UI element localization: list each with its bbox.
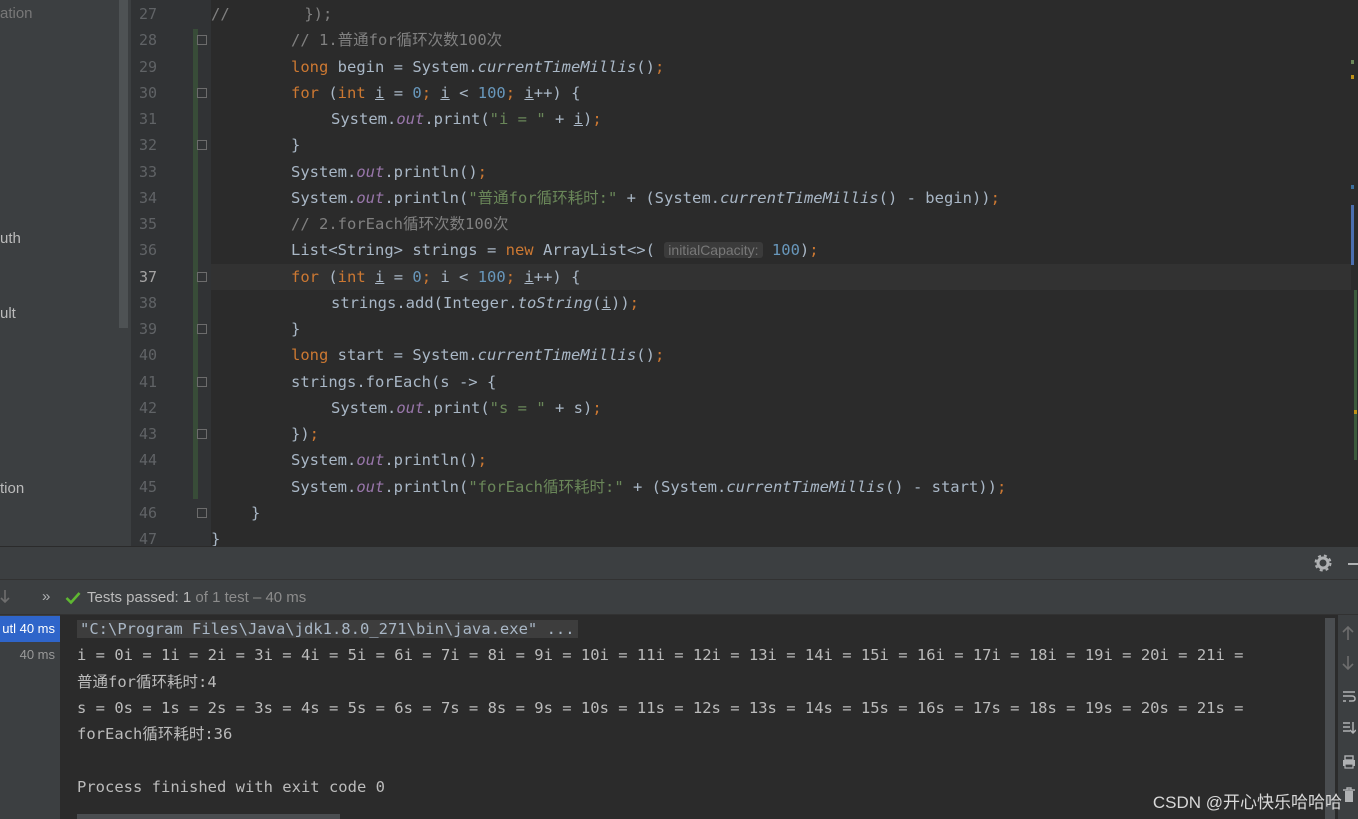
project-item[interactable]: tion	[0, 480, 24, 497]
line-number: 44	[139, 451, 158, 469]
console-line: i = 0i = 1i = 2i = 3i = 4i = 5i = 6i = 7…	[77, 646, 1244, 664]
passed-count: 1	[182, 589, 192, 606]
line-number: 35	[139, 215, 158, 233]
print-icon[interactable]	[1342, 755, 1356, 769]
fold-icon[interactable]	[197, 324, 207, 334]
line-number: 38	[139, 294, 158, 312]
code-line[interactable]: strings.forEach(s -> {	[291, 369, 496, 395]
status-detail: of 1 test – 40 ms	[195, 589, 307, 606]
check-icon	[65, 592, 81, 605]
code-line[interactable]: // 1.普通for循环次数100次	[291, 27, 502, 53]
project-scrollbar[interactable]	[119, 0, 128, 328]
line-number: 34	[139, 189, 158, 207]
console-line: Process finished with exit code 0	[77, 778, 385, 796]
error-stripe-mark[interactable]	[1351, 205, 1354, 265]
console-line: 普通for循环耗时:4	[77, 673, 217, 691]
line-number: 27	[139, 5, 158, 23]
console-command-line: "C:\Program Files\Java\jdk1.8.0_271\bin\…	[77, 616, 578, 642]
console-output[interactable]: "C:\Program Files\Java\jdk1.8.0_271\bin\…	[60, 615, 1338, 819]
code-line[interactable]: });	[291, 421, 319, 447]
project-panel: ation uth ult tion	[0, 0, 131, 546]
line-number: 39	[139, 320, 158, 338]
error-stripe-mark[interactable]	[1354, 290, 1357, 460]
gear-icon[interactable]	[1314, 554, 1332, 572]
code-line[interactable]: System.out.println();	[291, 447, 487, 473]
code-line[interactable]: System.out.println("普通for循环耗时:" + (Syste…	[291, 185, 1000, 211]
line-number: 31	[139, 110, 158, 128]
scroll-to-end-icon[interactable]	[1342, 721, 1356, 735]
fold-icon[interactable]	[197, 377, 207, 387]
line-number: 40	[139, 346, 158, 364]
watermark: CSDN @开心快乐哈哈哈	[1152, 793, 1342, 812]
run-window-header	[0, 546, 1358, 579]
soft-wrap-icon[interactable]	[1342, 689, 1356, 703]
fold-icon[interactable]	[197, 140, 207, 150]
code-line[interactable]: System.out.println();	[291, 159, 487, 185]
test-tree-row[interactable]: utl 40 ms	[0, 616, 60, 642]
code-line[interactable]: for (int i = 0; i < 100; i++) {	[291, 80, 580, 106]
code-line[interactable]: for (int i = 0; i < 100; i++) {	[291, 264, 580, 290]
test-tree: utl 40 ms 40 ms	[0, 615, 60, 819]
test-status-bar: » Tests passed: 1 of 1 test – 40 ms	[0, 579, 1358, 615]
code-line[interactable]: }	[291, 132, 300, 158]
line-number: 33	[139, 163, 158, 181]
line-number-current: 37	[139, 268, 158, 286]
minimize-icon[interactable]	[1348, 563, 1358, 565]
code-line[interactable]: strings.add(Integer.toString(i));	[331, 290, 639, 316]
fold-icon[interactable]	[197, 508, 207, 518]
inlay-hint: initialCapacity:	[664, 242, 763, 258]
line-number: 30	[139, 84, 158, 102]
line-number: 43	[139, 425, 158, 443]
console-line: s = 0s = 1s = 2s = 3s = 4s = 5s = 6s = 7…	[77, 699, 1244, 717]
line-number: 28	[139, 31, 158, 49]
code-line[interactable]: System.out.println("forEach循环耗时:" + (Sys…	[291, 474, 1006, 500]
more-icon[interactable]: »	[42, 588, 50, 605]
console-line: forEach循环耗时:36	[77, 725, 233, 743]
test-tree-row[interactable]: 40 ms	[0, 642, 60, 668]
error-stripe-mark[interactable]	[1351, 185, 1354, 189]
scroll-down-icon[interactable]	[1342, 655, 1354, 671]
trash-icon[interactable]	[1342, 787, 1356, 803]
fold-icon[interactable]	[197, 429, 207, 439]
code-line[interactable]: // 2.forEach循环次数100次	[291, 211, 508, 237]
code-line[interactable]: System.out.print("i = " + i);	[331, 106, 602, 132]
code-line[interactable]: System.out.print("s = " + s);	[331, 395, 602, 421]
code-line[interactable]: long begin = System.currentTimeMillis();	[291, 54, 664, 80]
code-line[interactable]: List<String> strings = new ArrayList<>( …	[291, 237, 819, 263]
code-line[interactable]: }	[251, 500, 260, 526]
console-horizontal-scrollbar[interactable]	[77, 814, 340, 819]
code-line[interactable]: }	[291, 316, 300, 342]
code-line[interactable]: long start = System.currentTimeMillis();	[291, 342, 664, 368]
error-stripe-mark[interactable]	[1351, 60, 1354, 64]
fold-icon[interactable]	[197, 35, 207, 45]
line-number: 41	[139, 373, 158, 391]
fold-icon[interactable]	[197, 88, 207, 98]
down-arrow-icon[interactable]	[0, 589, 10, 605]
scroll-up-icon[interactable]	[1342, 625, 1354, 641]
line-number: 29	[139, 58, 158, 76]
test-status-text: Tests passed: 1 of 1 test – 40 ms	[87, 589, 306, 606]
error-stripe-mark[interactable]	[1354, 410, 1357, 414]
fold-icon[interactable]	[197, 272, 207, 282]
line-number: 36	[139, 241, 158, 259]
line-number: 45	[139, 478, 158, 496]
status-label: Tests passed:	[87, 589, 179, 606]
error-stripe-mark[interactable]	[1351, 75, 1354, 79]
project-item[interactable]: ation	[0, 5, 33, 22]
line-number: 32	[139, 136, 158, 154]
line-number: 42	[139, 399, 158, 417]
command-text: "C:\Program Files\Java\jdk1.8.0_271\bin\…	[77, 620, 578, 638]
project-item[interactable]: uth	[0, 230, 21, 247]
line-number: 46	[139, 504, 158, 522]
project-item[interactable]: ult	[0, 305, 16, 322]
code-line[interactable]: // });	[211, 1, 332, 27]
